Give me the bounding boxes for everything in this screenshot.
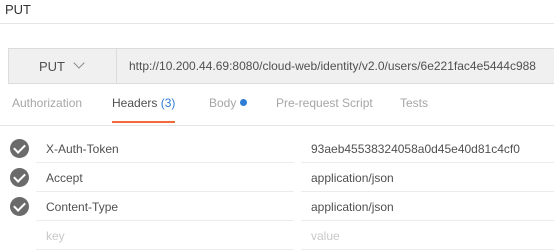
header-value: application/json	[311, 200, 394, 214]
request-title: PUT	[5, 2, 31, 17]
tabs-divider	[0, 125, 554, 126]
header-row: Content-Type application/json	[0, 192, 554, 221]
header-key: Accept	[46, 171, 83, 185]
checkbox-checked-icon[interactable]	[10, 168, 29, 187]
request-tabs: Authorization Headers (3) Body Pre-reque…	[0, 96, 554, 123]
tab-label: Authorization	[12, 96, 83, 110]
header-key-field[interactable]: Accept	[36, 163, 294, 192]
method-label: PUT	[39, 59, 65, 74]
new-header-row: key value	[0, 221, 554, 250]
key-placeholder: key	[46, 229, 65, 243]
tab-body[interactable]: Body	[209, 96, 248, 122]
tab-label: Pre-request Script	[276, 96, 373, 110]
tab-label: Headers	[112, 96, 158, 110]
header-value-field[interactable]: 93aeb45538324058a0d45e40d81c4cf0	[301, 134, 554, 163]
header-row: X-Auth-Token 93aeb45538324058a0d45e40d81…	[0, 134, 554, 163]
header-row: Accept application/json	[0, 163, 554, 192]
new-value-input[interactable]: value	[301, 221, 554, 250]
headers-count-badge: (3)	[160, 96, 176, 110]
url-input[interactable]: http://10.200.44.69:8080/cloud-web/ident…	[129, 59, 536, 73]
tab-pre-request-script[interactable]: Pre-request Script	[276, 96, 373, 122]
request-title-bar: PUT	[0, 0, 554, 24]
tab-tests[interactable]: Tests	[400, 96, 428, 122]
tab-label: Tests	[400, 96, 429, 110]
checkbox-checked-icon[interactable]	[10, 139, 29, 158]
header-key: X-Auth-Token	[46, 142, 119, 156]
checkbox-checked-icon[interactable]	[10, 197, 29, 216]
header-key: Content-Type	[46, 200, 119, 214]
header-value: application/json	[311, 171, 394, 185]
chevron-down-icon	[73, 57, 85, 69]
header-key-field[interactable]: X-Auth-Token	[36, 134, 294, 163]
header-key-field[interactable]: Content-Type	[36, 192, 294, 221]
headers-table: X-Auth-Token 93aeb45538324058a0d45e40d81…	[0, 134, 554, 250]
header-value-field[interactable]: application/json	[301, 192, 554, 221]
tab-authorization[interactable]: Authorization	[12, 96, 82, 122]
header-value-field[interactable]: application/json	[301, 163, 554, 192]
value-placeholder: value	[311, 229, 340, 243]
body-indicator-dot-icon	[240, 99, 248, 106]
tab-headers[interactable]: Headers (3)	[112, 96, 176, 123]
new-key-input[interactable]: key	[36, 221, 294, 250]
tab-label: Body	[209, 96, 237, 110]
method-dropdown[interactable]: PUT	[9, 49, 117, 83]
url-bar: PUT http://10.200.44.69:8080/cloud-web/i…	[8, 48, 554, 84]
header-value: 93aeb45538324058a0d45e40d81c4cf0	[311, 142, 520, 156]
